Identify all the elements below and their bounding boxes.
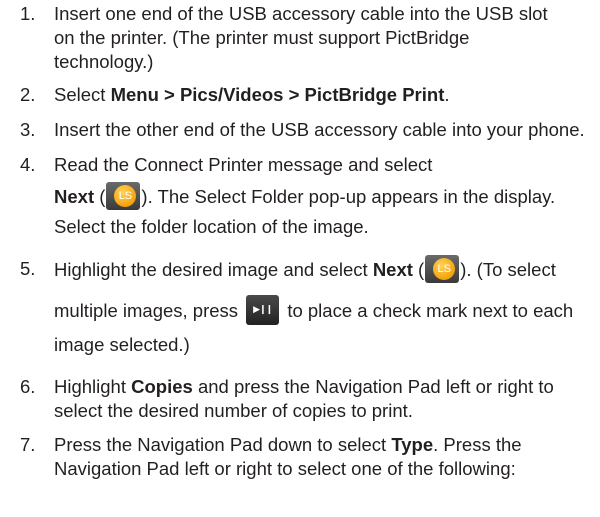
step-text-line: technology.) xyxy=(54,51,154,72)
step-text: and press the Navigation Pad left or rig… xyxy=(192,376,554,397)
next-label: Next xyxy=(54,185,95,207)
step-7: 7. Press the Navigation Pad down to sele… xyxy=(20,433,595,481)
step-number: 3. xyxy=(20,119,36,140)
next-label: Next xyxy=(372,258,413,280)
play-pause-key-icon: ▶❙❙ xyxy=(246,295,280,325)
step-text: Insert the other end of the USB accessor… xyxy=(54,119,585,140)
step-1: 1. Insert one end of the USB accessory c… xyxy=(20,2,595,74)
step-number: 2. xyxy=(20,84,36,105)
step-text: Highlight xyxy=(54,376,132,397)
step-text-line: Read the Connect Printer message and sel… xyxy=(54,154,433,175)
step-text-line: Navigation Pad left or right to select o… xyxy=(54,458,516,479)
step-number: 1. xyxy=(20,3,36,24)
step-text: multiple images, press xyxy=(54,299,244,321)
step-text-line: Select the folder location of the image. xyxy=(54,216,369,237)
copies-label: Copies xyxy=(131,376,193,397)
step-number: 6. xyxy=(20,376,36,397)
step-3: 3. Insert the other end of the USB acces… xyxy=(20,118,595,142)
step-text-line: image selected.) xyxy=(54,334,190,355)
step-number: 5. xyxy=(20,258,36,279)
step-text: . xyxy=(444,84,450,105)
step-text-line: on the printer. (The printer must suppor… xyxy=(54,27,470,48)
step-5: 5. Highlight the desired image and selec… xyxy=(20,255,595,357)
menu-path: Menu > Pics/Videos > PictBridge Print xyxy=(110,84,445,105)
step-text: Press the Navigation Pad down to select xyxy=(54,434,392,455)
step-number: 7. xyxy=(20,434,36,455)
step-text-line: select the desired number of copies to p… xyxy=(54,400,413,421)
type-label: Type xyxy=(391,434,434,455)
step-text: Highlight the desired image and select xyxy=(54,258,373,280)
step-text: to place a check mark next to each xyxy=(282,299,574,321)
step-text: Select xyxy=(54,84,111,105)
step-number: 4. xyxy=(20,154,36,175)
step-text: ). (To select xyxy=(460,258,556,280)
step-text-line: Insert one end of the USB accessory cabl… xyxy=(54,3,548,24)
step-text: . Press the xyxy=(433,434,522,455)
left-soft-key-icon: LS xyxy=(106,182,141,210)
left-soft-key-icon: LS xyxy=(425,255,460,283)
step-text: ). The Select Folder pop-up appears in t… xyxy=(141,185,556,207)
step-4: 4. Read the Connect Printer message and … xyxy=(20,153,595,239)
step-6: 6. Highlight Copies and press the Naviga… xyxy=(20,375,595,423)
step-2: 2. Select Menu > Pics/Videos > PictBridg… xyxy=(20,83,595,107)
